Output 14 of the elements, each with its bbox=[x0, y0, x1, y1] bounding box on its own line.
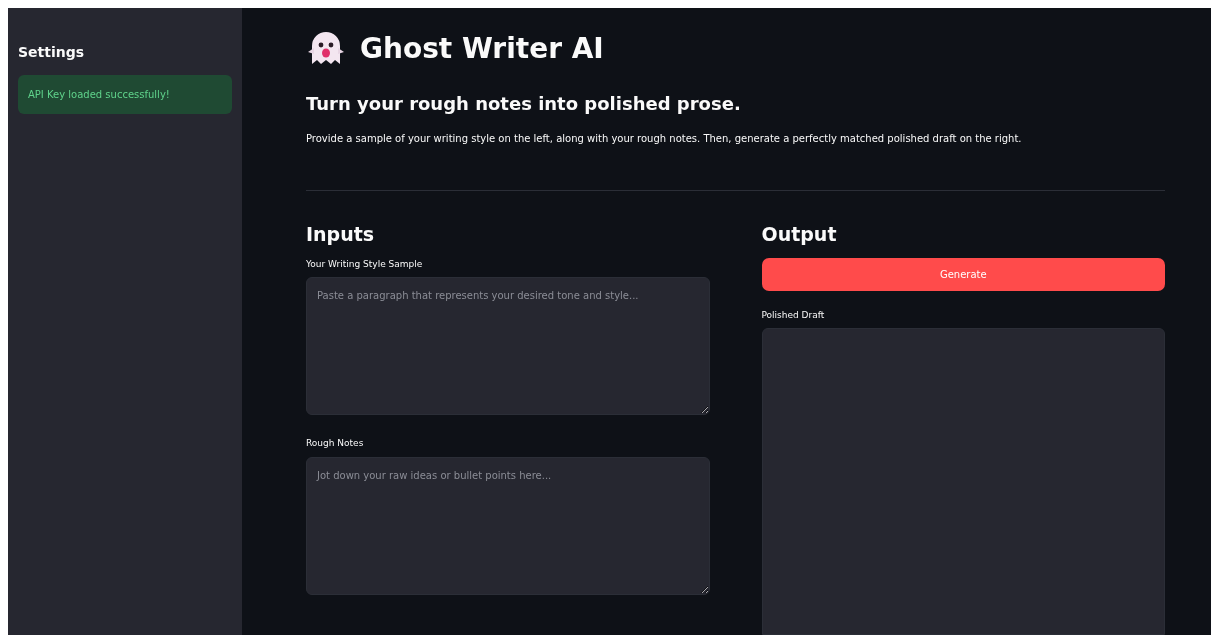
section-heading: Output bbox=[761, 223, 838, 246]
description-text: Provide a sample of your writing style on the left, along with your rough notes. Then, generate a perfectly matched polished draft on the right. bbox=[306, 132, 1023, 146]
field-label: Polished Draft bbox=[761, 308, 826, 322]
sidebar-title: Settings bbox=[18, 44, 86, 61]
output-field[interactable] bbox=[761, 328, 1165, 635]
field-label: Your Writing Style Sample bbox=[306, 257, 424, 271]
section-heading: Inputs bbox=[306, 223, 376, 246]
success-alert: API Key loaded successfully! bbox=[18, 74, 232, 114]
app-title: Ghost Writer AI bbox=[360, 32, 604, 66]
subtitle: Turn your rough notes into polished prose. bbox=[306, 92, 742, 116]
text-area[interactable]: Paste a paragraph that represents your desired tone and style... bbox=[306, 277, 710, 416]
text-area[interactable]: Jot down your raw ideas or bullet points here... bbox=[306, 456, 710, 595]
field-label: Rough Notes bbox=[306, 437, 365, 451]
generate-button[interactable]: Generate bbox=[761, 257, 1165, 291]
